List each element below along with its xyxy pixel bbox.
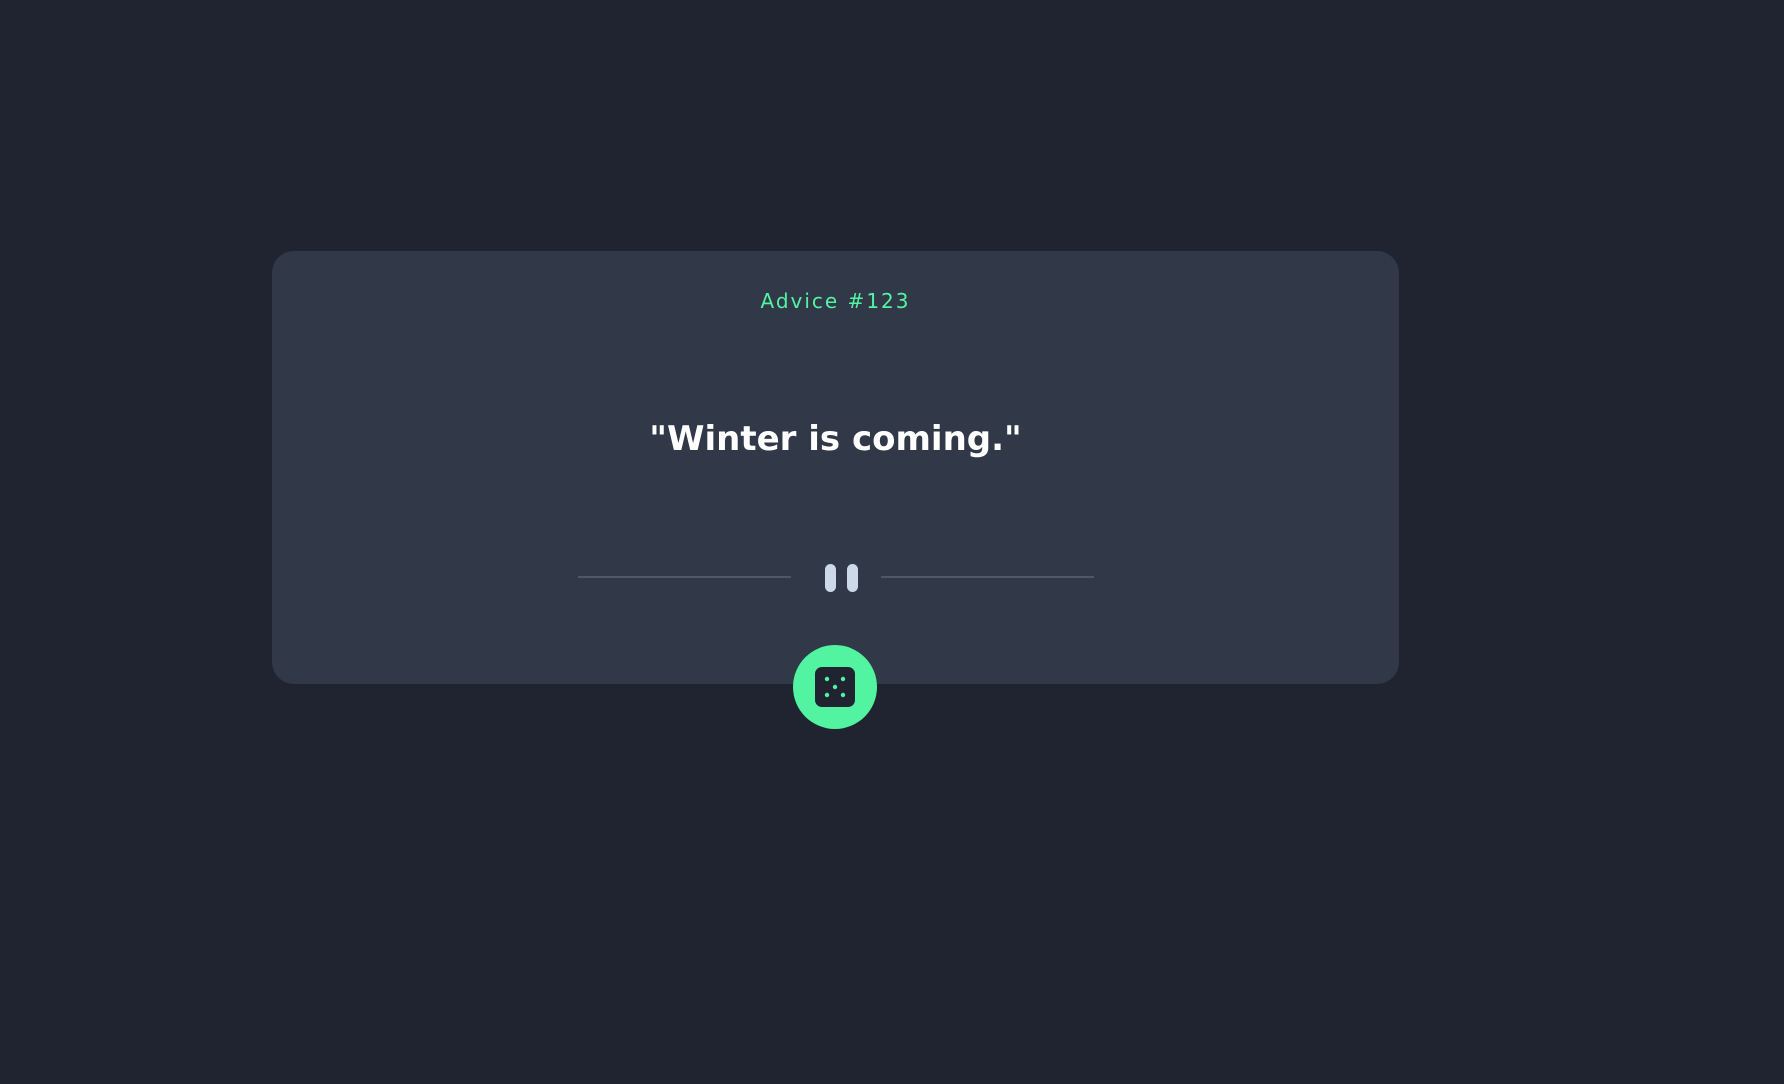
pause-icon <box>823 562 861 592</box>
divider-line-right <box>881 576 1094 578</box>
dice-icon <box>815 667 855 707</box>
advice-quote: "Winter is coming." <box>649 419 1022 459</box>
dice-button[interactable] <box>793 645 877 729</box>
advice-card: Advice #123 "Winter is coming." <box>272 251 1399 684</box>
divider <box>578 562 1094 592</box>
pause-bar-left <box>825 564 836 592</box>
divider-line-left <box>578 576 791 578</box>
advice-id-label: Advice #123 <box>760 289 911 313</box>
pause-bar-right <box>847 564 858 592</box>
page: Advice #123 "Winter is coming." <box>0 0 1784 1084</box>
